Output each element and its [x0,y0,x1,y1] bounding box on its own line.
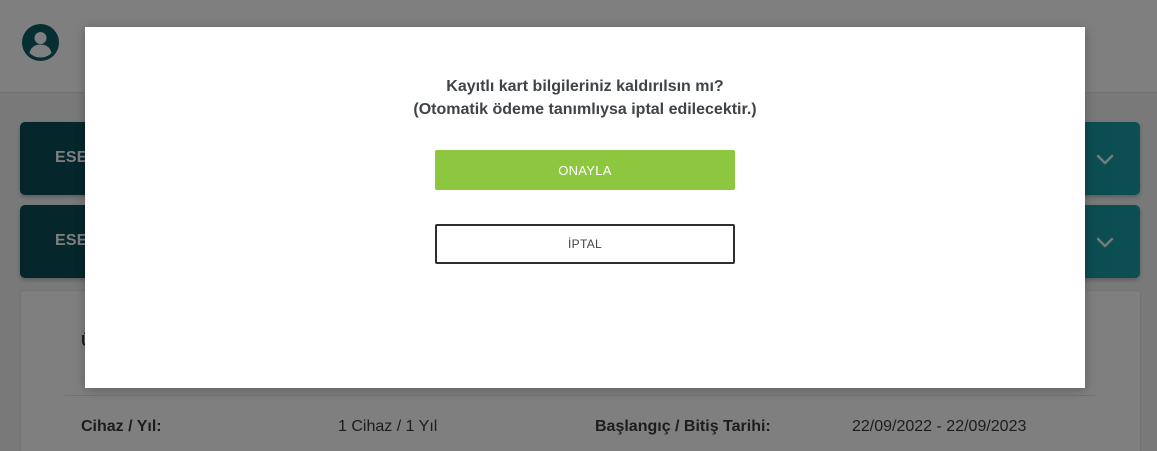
remove-card-dialog: Kayıtlı kart bilgileriniz kaldırılsın mı… [85,27,1085,388]
dialog-message: Kayıtlı kart bilgileriniz kaldırılsın mı… [85,75,1085,121]
confirm-button[interactable]: ONAYLA [435,150,735,190]
dialog-message-line-2: (Otomatik ödeme tanımlıysa iptal edilece… [413,101,757,118]
page: ESE ESE Ü Cihaz / Yıl: 1 Cihaz / 1 Yıl B… [0,0,1157,451]
dialog-message-line-1: Kayıtlı kart bilgileriniz kaldırılsın mı… [446,78,724,95]
cancel-button[interactable]: İPTAL [435,224,735,264]
